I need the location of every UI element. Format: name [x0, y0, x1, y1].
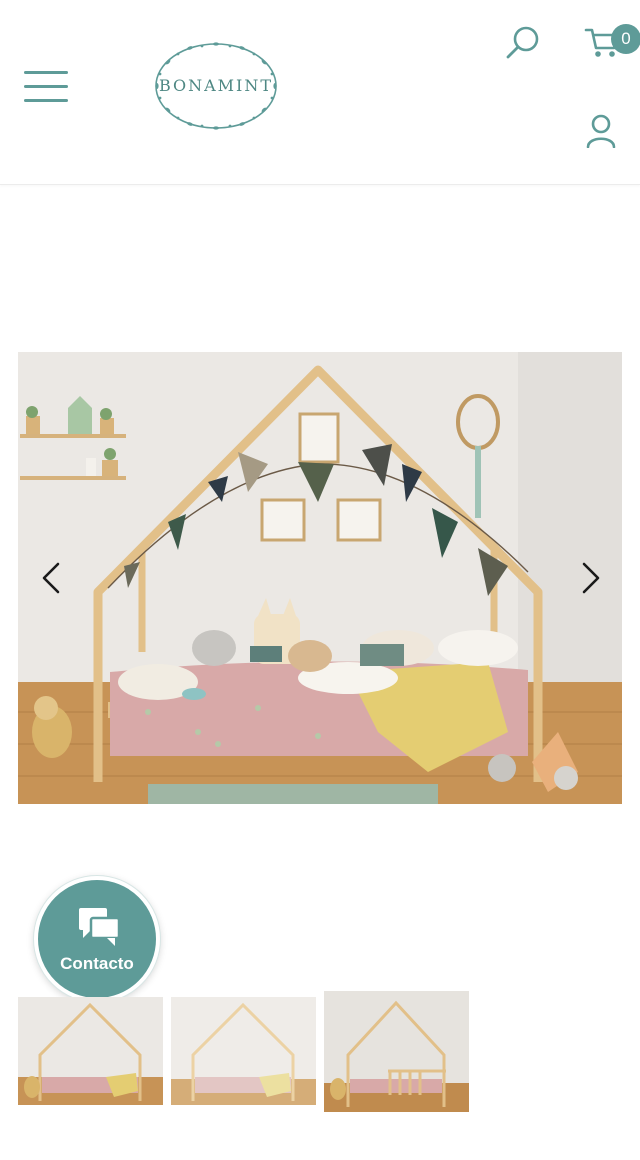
thumbnail-1[interactable] — [18, 997, 163, 1105]
account-button[interactable] — [586, 114, 616, 149]
house-bed-photo — [18, 352, 622, 804]
thumbnail-image — [171, 997, 316, 1105]
menu-icon-bar — [24, 99, 68, 102]
menu-icon-bar — [24, 85, 68, 88]
contact-label: Contacto — [60, 954, 134, 973]
product-main-image[interactable] — [18, 352, 622, 804]
thumbnail-3[interactable] — [324, 991, 469, 1112]
cart-count-badge[interactable]: 0 — [611, 24, 640, 54]
menu-button[interactable] — [24, 68, 70, 106]
menu-icon-bar — [24, 71, 68, 74]
prev-image-button[interactable] — [36, 560, 66, 596]
next-image-button[interactable] — [576, 560, 606, 596]
thumbnail-image — [324, 991, 469, 1112]
search-button[interactable] — [504, 24, 542, 62]
thumbnail-2[interactable] — [171, 997, 316, 1105]
search-icon — [506, 26, 539, 59]
chat-icon — [79, 908, 121, 946]
brand-name: BONAMINT — [158, 76, 274, 95]
site-header: BONAMINT 0 — [0, 0, 640, 185]
contact-button[interactable]: Contacto — [34, 876, 160, 1002]
chevron-right-icon — [582, 562, 600, 594]
user-icon — [586, 114, 616, 149]
thumbnail-image — [18, 997, 163, 1105]
chevron-left-icon — [42, 562, 60, 594]
brand-logo[interactable]: BONAMINT — [150, 38, 282, 134]
